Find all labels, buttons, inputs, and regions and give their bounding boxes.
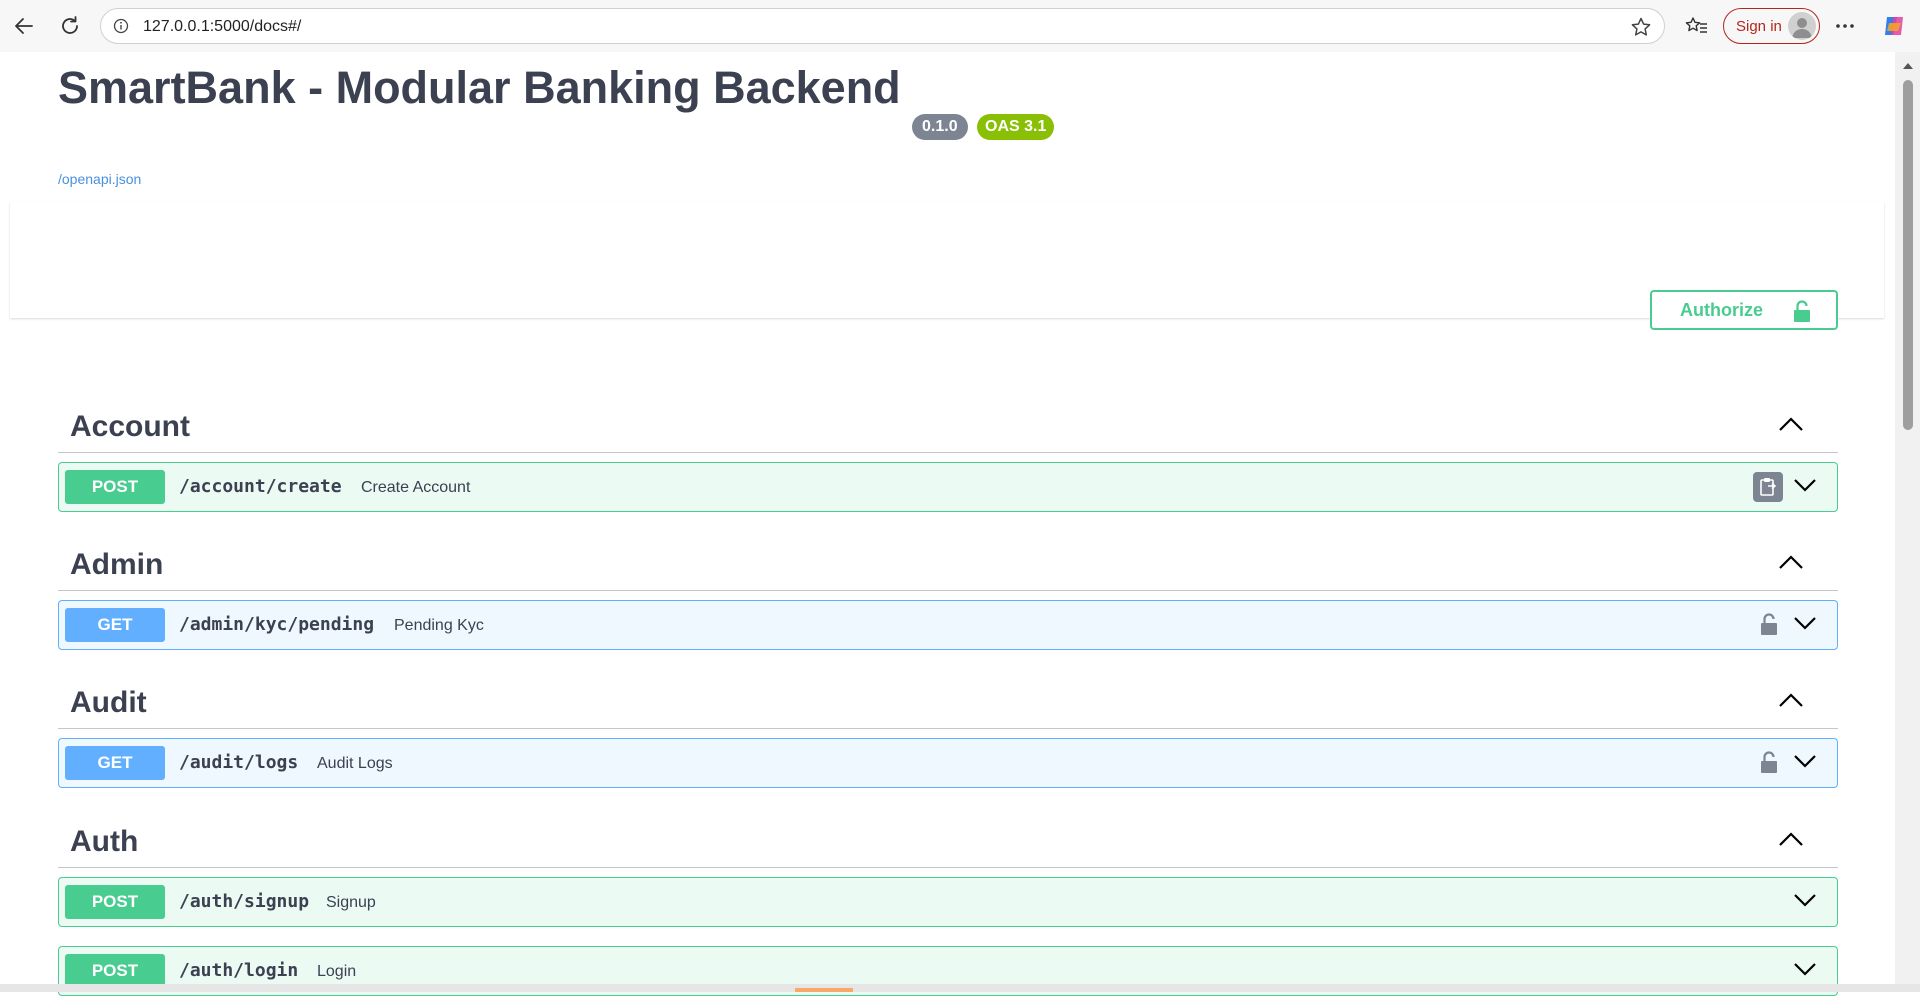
unlock-icon bbox=[1794, 300, 1810, 322]
operation-summary: Signup bbox=[326, 894, 376, 911]
chevron-down-icon[interactable] bbox=[1793, 892, 1817, 908]
chevron-down-icon[interactable] bbox=[1793, 615, 1817, 631]
method-badge: GET bbox=[65, 608, 165, 642]
back-arrow-icon bbox=[15, 18, 33, 34]
bottom-edge bbox=[0, 984, 1920, 992]
tag-section-audit[interactable]: Audit bbox=[58, 676, 1838, 729]
tag-section-auth[interactable]: Auth bbox=[58, 815, 1838, 868]
chevron-up-icon[interactable] bbox=[1778, 416, 1804, 432]
operation-summary: Audit Logs bbox=[317, 755, 393, 772]
sign-in-button[interactable]: Sign in bbox=[1723, 8, 1820, 44]
method-badge: POST bbox=[65, 885, 165, 919]
scroll-up-icon[interactable] bbox=[1903, 62, 1913, 70]
method-badge: GET bbox=[65, 746, 165, 780]
operation-summary: Login bbox=[317, 963, 357, 980]
tag-title: Admin bbox=[70, 548, 164, 581]
chevron-down-icon[interactable] bbox=[1793, 477, 1817, 493]
method-badge: POST bbox=[65, 470, 165, 504]
lock-icon[interactable] bbox=[1760, 750, 1778, 774]
tag-title: Audit bbox=[70, 686, 147, 719]
copilot-button[interactable] bbox=[1878, 10, 1910, 42]
scrollbar-thumb[interactable] bbox=[1903, 80, 1913, 430]
copilot-icon bbox=[1885, 17, 1903, 35]
operation-path: /account/create bbox=[179, 476, 342, 497]
favorite-star-icon[interactable] bbox=[1630, 16, 1652, 38]
back-button[interactable] bbox=[8, 10, 40, 42]
operation-get-admin-kyc-pending[interactable]: GET /admin/kyc/pending Pending Kyc bbox=[58, 600, 1838, 650]
favorites-button[interactable] bbox=[1681, 10, 1713, 42]
api-title: SmartBank - Modular Banking Backend bbox=[58, 62, 901, 113]
tab-indicator bbox=[795, 988, 853, 992]
refresh-icon bbox=[62, 16, 78, 34]
more-options-button[interactable] bbox=[1829, 10, 1861, 42]
refresh-button[interactable] bbox=[54, 10, 86, 42]
operation-path: /auth/login bbox=[179, 960, 299, 981]
operation-summary: Pending Kyc bbox=[394, 617, 484, 634]
lock-icon[interactable] bbox=[1760, 612, 1778, 636]
chevron-down-icon[interactable] bbox=[1793, 961, 1817, 977]
tag-section-account[interactable]: Account bbox=[58, 400, 1838, 453]
operation-post-auth-signup[interactable]: POST /auth/signup Signup bbox=[58, 877, 1838, 927]
openapi-json-link[interactable]: /openapi.json bbox=[58, 171, 141, 187]
address-bar[interactable]: 127.0.0.1:5000/docs#/ bbox=[100, 8, 1665, 44]
copy-to-clipboard-button[interactable] bbox=[1753, 472, 1783, 502]
operation-post-account-create[interactable]: POST /account/create Create Account bbox=[58, 462, 1838, 512]
avatar-icon bbox=[1788, 12, 1816, 40]
operation-path: /audit/logs bbox=[179, 752, 299, 773]
info-icon[interactable] bbox=[113, 18, 129, 34]
copy-icon bbox=[1760, 478, 1777, 496]
tag-title: Account bbox=[70, 410, 190, 443]
operation-get-audit-logs[interactable]: GET /audit/logs Audit Logs bbox=[58, 738, 1838, 788]
url-text: 127.0.0.1:5000/docs#/ bbox=[143, 18, 302, 35]
favorites-list-icon bbox=[1685, 17, 1707, 33]
method-badge: POST bbox=[65, 954, 165, 988]
operation-path: /admin/kyc/pending bbox=[179, 614, 375, 635]
operation-summary: Create Account bbox=[361, 479, 471, 496]
chevron-up-icon[interactable] bbox=[1778, 692, 1804, 708]
browser-toolbar: 127.0.0.1:5000/docs#/ Sign in bbox=[0, 0, 1920, 52]
chevron-down-icon[interactable] bbox=[1793, 753, 1817, 769]
chevron-up-icon[interactable] bbox=[1778, 831, 1804, 847]
version-badge: 0.1.0 bbox=[912, 114, 968, 140]
authorize-label: Authorize bbox=[1680, 299, 1763, 320]
scheme-container bbox=[10, 202, 1884, 318]
tag-title: Auth bbox=[70, 825, 139, 858]
operation-path: /auth/signup bbox=[179, 891, 310, 912]
more-dots-icon bbox=[1836, 24, 1854, 28]
chevron-up-icon[interactable] bbox=[1778, 554, 1804, 570]
oas-badge: OAS 3.1 bbox=[977, 114, 1055, 140]
authorize-button[interactable]: Authorize bbox=[1650, 290, 1838, 330]
sign-in-label: Sign in bbox=[1736, 17, 1782, 35]
page-scrollbar[interactable] bbox=[1895, 52, 1920, 984]
tag-section-admin[interactable]: Admin bbox=[58, 538, 1838, 591]
